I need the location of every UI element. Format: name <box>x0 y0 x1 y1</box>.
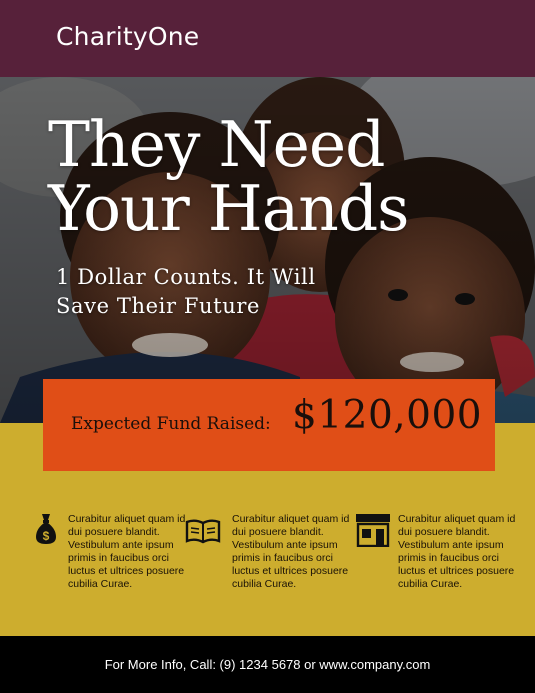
fund-banner: Expected Fund Raised: $120,000 <box>43 379 495 471</box>
header-bar: CharityOne <box>0 0 535 77</box>
store-icon <box>356 514 390 547</box>
money-bag-icon: $ <box>36 514 56 544</box>
footer-contact: For More Info, Call: (9) 1234 5678 or ww… <box>104 657 431 672</box>
feature-text-3: Curabitur aliquet quam id dui posuere bl… <box>398 513 516 590</box>
feature-text-1: Curabitur aliquet quam id dui posuere bl… <box>68 513 186 590</box>
subheadline-line-1: 1 Dollar Counts. It Will <box>56 265 316 289</box>
headline-line-2: Your Hands <box>48 172 409 245</box>
subheadline-line-2: Save Their Future <box>56 294 260 318</box>
svg-text:$: $ <box>43 529 50 543</box>
open-book-icon <box>185 519 221 544</box>
subheadline: 1 Dollar Counts. It Will Save Their Futu… <box>56 263 376 321</box>
brand-name: CharityOne <box>56 22 200 51</box>
feature-text-2: Curabitur aliquet quam id dui posuere bl… <box>232 513 350 590</box>
headline: They Need Your Hands <box>48 113 409 241</box>
fund-label: Expected Fund Raised: <box>71 414 271 434</box>
headline-line-1: They Need <box>48 108 386 181</box>
footer-bar: For More Info, Call: (9) 1234 5678 or ww… <box>0 637 535 693</box>
fund-amount: $120,000 <box>292 393 483 438</box>
